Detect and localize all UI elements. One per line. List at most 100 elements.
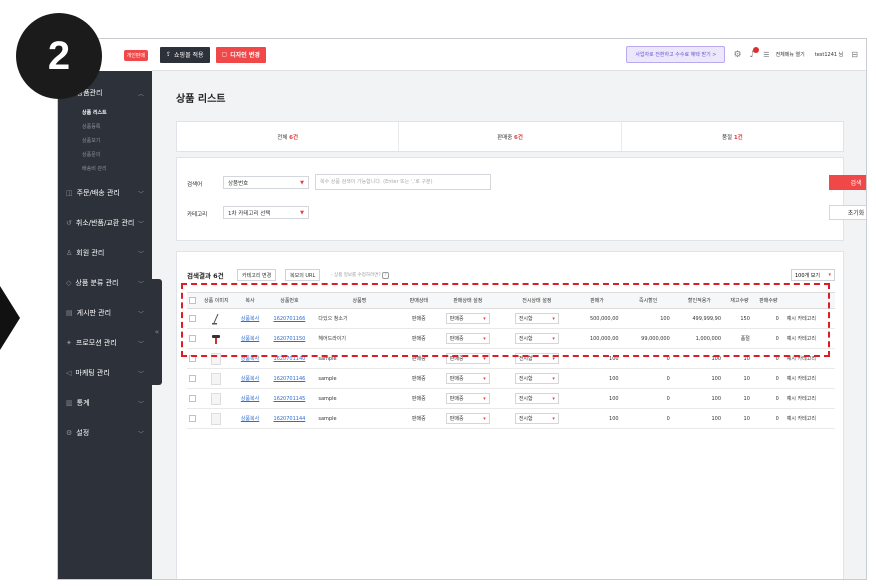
top-bar: ⇪ 쇼핑몰 적용 ▢ 디자인 변경 사업자로 전환하고 수수료 혜택 받기 > ⚙ … [152, 39, 866, 71]
sale-status-setting-cell[interactable]: 판매중 ▾ [433, 368, 503, 389]
table-row[interactable]: 상품복사 1620701145 sample 판매중 판매중 ▾ 전시함 ▾ 100 0 100 10… [187, 388, 835, 409]
display-status-setting-cell[interactable]: 전시함 ▾ [502, 408, 572, 429]
sidebar-item-marketing[interactable]: ◁ 마케팅 관리 ﹀ [58, 361, 152, 385]
final-price: 100 [673, 408, 726, 429]
copy-cell[interactable]: 상품복사 [235, 388, 265, 409]
page-size-select[interactable]: 100개 보기 ▾ [791, 269, 835, 281]
copy-product-link[interactable]: 상품복사 [241, 416, 259, 422]
product-number-link[interactable]: 1620701146 [274, 376, 306, 382]
sidebar-item-settings[interactable]: ⚙ 설정 ﹀ [58, 421, 152, 445]
chevron-down-icon: ﹀ [137, 370, 144, 378]
select-value: 전시함 [518, 396, 533, 402]
step-number-badge: 2 [16, 13, 102, 99]
copy-cell[interactable]: 상품복사 [235, 368, 265, 389]
board-icon: ▤ [66, 309, 73, 317]
display-status-select[interactable]: 전시함 ▾ [514, 393, 559, 404]
sidebar-label: 주문/배송 관리 [76, 189, 120, 197]
copy-product-link[interactable]: 상품복사 [241, 376, 259, 382]
keyword-input[interactable]: 복수 상품 검색이 가능합니다. (Enter 또는 ','로 구분) [315, 174, 491, 190]
logout-icon[interactable]: ⊟ [851, 50, 858, 59]
bell-icon[interactable]: ♪ [750, 46, 760, 60]
reset-button[interactable]: 초기화 [829, 205, 866, 220]
display-status-setting-cell[interactable]: 전시함 ▾ [502, 368, 572, 389]
summary-total[interactable]: 전체 6건 [177, 122, 400, 151]
sidebar-item-board[interactable]: ▤ 게시판 관리 ﹀ [58, 301, 152, 325]
summary-count: 6건 [514, 134, 523, 141]
product-number-link[interactable]: 1620701144 [274, 416, 306, 422]
product-name: sample [314, 408, 405, 429]
display-status-select[interactable]: 전시함 ▾ [514, 413, 559, 424]
summary-label: 판매중 [497, 134, 513, 141]
user-name[interactable]: test1241 님 [815, 51, 844, 58]
sidebar-sub-shipping-fee[interactable]: 배송비 관리 [58, 161, 152, 175]
search-button[interactable]: 검색 [829, 175, 866, 190]
copy-product-link[interactable]: 상품복사 [241, 396, 259, 402]
all-menu-link[interactable]: 전체메뉴 열기 [776, 51, 805, 58]
product-number-link[interactable]: 1620701145 [274, 396, 306, 402]
category-select[interactable]: 1차 카테고리 선택 ▼ [223, 206, 309, 219]
copy-cell[interactable]: 상품복사 [235, 408, 265, 429]
sold-quantity: 0 [753, 368, 783, 389]
display-status-select[interactable]: 전시함 ▾ [514, 373, 559, 384]
sidebar-item-stats[interactable]: ▥ 통계 ﹀ [58, 391, 152, 415]
category-name: 예시 카테고리 [782, 388, 835, 409]
refresh-icon: ↺ [66, 219, 72, 227]
sidebar-item-orders[interactable]: ◫ 주문/배송 관리 ﹀ [58, 181, 152, 205]
tag-icon: ◇ [66, 279, 72, 287]
settings-gear-icon[interactable]: ⚙ [733, 50, 741, 60]
chevron-down-icon: ﹀ [137, 250, 144, 258]
sidebar-sub-product-list[interactable]: 상품 리스트 [58, 105, 152, 119]
design-change-button[interactable]: ▢ 디자인 변경 [215, 46, 266, 63]
sidebar-sub-product-register[interactable]: 상품등록 [58, 119, 152, 133]
url-button[interactable]: 복모의 URL [285, 269, 321, 281]
row-checkbox-cell[interactable] [187, 388, 197, 409]
sale-status-setting-cell[interactable]: 판매중 ▾ [433, 408, 503, 429]
menu-icon[interactable]: ☰ [763, 51, 769, 59]
button-label: 쇼핑몰 적용 [174, 52, 204, 59]
table-row[interactable]: 상품복사 1620701146 sample 판매중 판매중 ▾ 전시함 ▾ 100 0 100 10… [187, 368, 835, 389]
sale-status-select[interactable]: 판매중 ▾ [445, 393, 490, 404]
chevron-down-icon: ﹀ [137, 190, 144, 198]
sidebar-item-promotion[interactable]: ✦ 프로모션 관리 ﹀ [58, 331, 152, 355]
row-checkbox-cell[interactable] [187, 408, 197, 429]
row-checkbox[interactable] [188, 375, 196, 382]
sidebar-item-returns[interactable]: ↺ 취소/반품/교환 관리 ﹀ [58, 211, 152, 235]
sidebar-item-categories[interactable]: ◇ 상품 분류 관리 ﹀ [58, 271, 152, 295]
summary-sold-out[interactable]: 품절 1건 [622, 122, 843, 151]
sidebar-sub-product-view[interactable]: 상품보기 [58, 133, 152, 147]
summary-on-sale[interactable]: 판매중 6건 [399, 122, 622, 151]
category-label: 카테고리 [187, 212, 208, 218]
final-price: 100 [673, 368, 726, 389]
chevron-up-icon: ︿ [137, 90, 144, 98]
image-placeholder-icon [211, 392, 222, 405]
layout-icon: ▢ [221, 51, 228, 58]
discount: 0 [622, 368, 674, 389]
chevron-down-icon: ▾ [552, 415, 555, 422]
product-no-cell[interactable]: 1620701145 [264, 388, 315, 409]
stock-quantity: 10 [725, 368, 754, 389]
megaphone-icon: ◁ [66, 369, 72, 377]
gift-icon: ✦ [66, 339, 72, 347]
product-no-cell[interactable]: 1620701144 [264, 408, 315, 429]
sale-status-select[interactable]: 판매중 ▾ [445, 413, 490, 424]
summary-label: 전체 [277, 134, 288, 141]
product-no-cell[interactable]: 1620701146 [264, 368, 315, 389]
row-checkbox[interactable] [188, 395, 196, 402]
sidebar-sub-product-qna[interactable]: 상품문의 [58, 147, 152, 161]
row-checkbox[interactable] [188, 415, 196, 422]
upload-icon: ⇪ [166, 51, 172, 58]
category-name: 예시 카테고리 [782, 368, 835, 389]
table-row[interactable]: 상품복사 1620701144 sample 판매중 판매중 ▾ 전시함 ▾ 100 0 100 10… [187, 408, 835, 429]
sidebar-item-members[interactable]: ♙ 회원 관리 ﹀ [58, 241, 152, 265]
row-checkbox-cell[interactable] [187, 368, 197, 389]
sale-status-select[interactable]: 판매중 ▾ [445, 373, 490, 384]
shop-apply-button[interactable]: ⇪ 쇼핑몰 적용 [160, 46, 210, 63]
business-promo-button[interactable]: 사업자로 전환하고 수수료 혜택 받기 > [626, 46, 726, 63]
change-category-button[interactable]: 카테고리 변경 [237, 269, 277, 281]
user-icon: ♙ [66, 249, 73, 257]
sale-status-setting-cell[interactable]: 판매중 ▾ [433, 388, 503, 409]
display-status-setting-cell[interactable]: 전시함 ▾ [502, 388, 572, 409]
edit-help-note[interactable]: - 상품 정보를 수정하려면? ? [331, 272, 389, 279]
sidebar-collapse-handle[interactable]: « [152, 279, 162, 385]
keyword-type-select[interactable]: 상품번호 ▼ [223, 176, 309, 189]
